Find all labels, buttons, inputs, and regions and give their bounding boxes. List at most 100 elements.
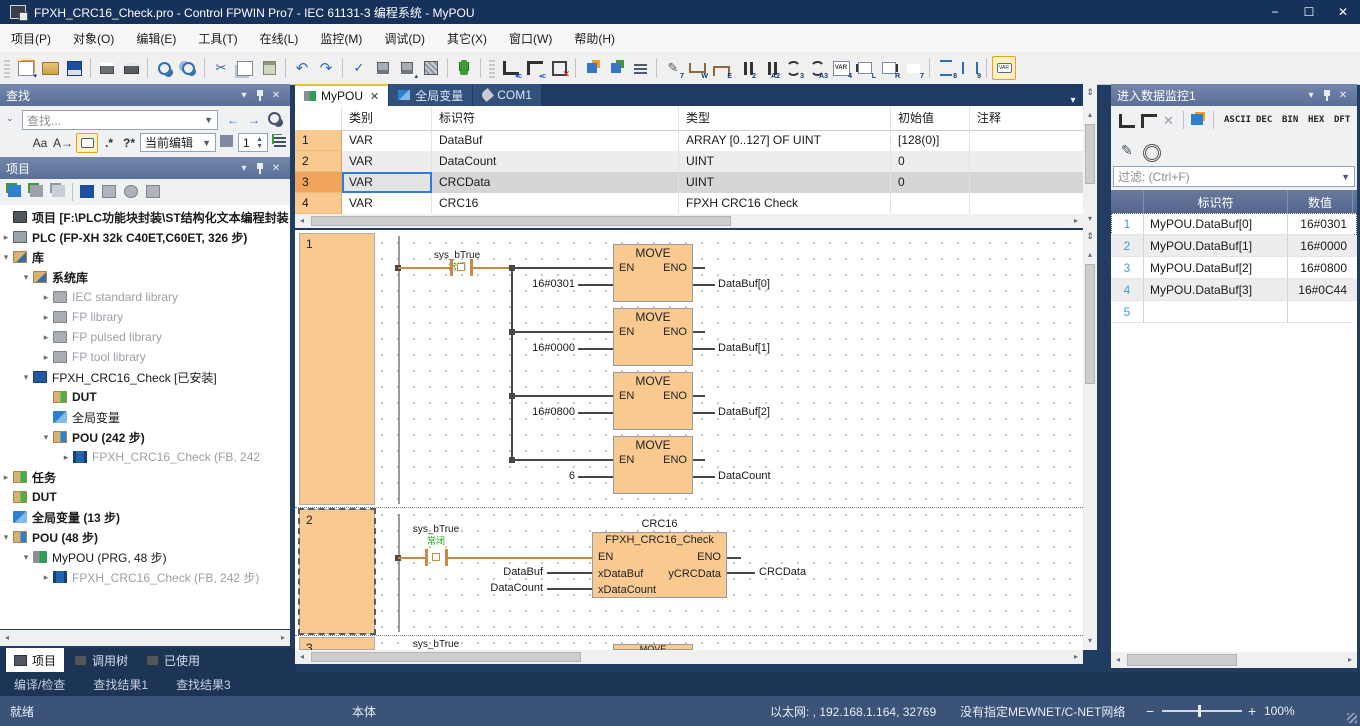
tree-item-library[interactable]: ▾库 bbox=[0, 247, 290, 267]
chevron-down-icon[interactable]: ▾ bbox=[20, 552, 32, 563]
wildcard-button[interactable]: ?* bbox=[120, 134, 138, 152]
format-dft-button[interactable]: DFT bbox=[1334, 115, 1350, 125]
tree-item-mypou-fb[interactable]: ▸FPXH_CRC16_Check (FB, 242 步) bbox=[0, 567, 290, 587]
chevron-right-icon[interactable]: ▸ bbox=[0, 232, 12, 243]
new-pou-icon[interactable] bbox=[80, 185, 94, 198]
insert-variable-before-icon[interactable]: ◂c bbox=[500, 57, 522, 79]
contact-variable-label[interactable]: sys_bTrue bbox=[390, 639, 482, 650]
monitor-col-identifier[interactable]: 标识符 bbox=[1144, 190, 1288, 213]
ladder-editor[interactable]: 1 sys_bTrue 常闭 MOVE EN ENO 16#0301 DataB… bbox=[295, 230, 1083, 650]
variable-row-4[interactable]: 4 VAR CRC16 FPXH CRC16 Check bbox=[295, 193, 1083, 214]
paste-icon[interactable] bbox=[258, 57, 280, 79]
col-header-identifier[interactable]: 标识符 bbox=[432, 106, 679, 130]
rename-icon[interactable] bbox=[102, 185, 116, 198]
print-icon[interactable] bbox=[120, 57, 142, 79]
monitor-row-1[interactable]: 1 MyPOU.DataBuf[0] 16#0301 bbox=[1111, 213, 1357, 235]
find-next-icon[interactable]: → bbox=[245, 110, 263, 130]
minimize-button[interactable]: − bbox=[1258, 0, 1292, 24]
block-output-variable[interactable]: DataBuf[0] bbox=[718, 278, 770, 290]
comment-7-icon[interactable]: 7 bbox=[902, 57, 924, 79]
table-vscrollbar[interactable]: ⇕ ▴ ▾ bbox=[1083, 84, 1097, 228]
maximize-button[interactable]: ☐ bbox=[1292, 0, 1326, 24]
search-dropdown-icon[interactable]: ▼ bbox=[204, 115, 213, 125]
menu-tools[interactable]: 工具(T) bbox=[187, 30, 248, 47]
tree-item-fp-pulsed-library[interactable]: ▸FP pulsed library bbox=[0, 327, 290, 347]
contact-a2-icon[interactable]: A2 bbox=[758, 57, 780, 79]
filter-dropdown-icon[interactable]: ▼ bbox=[1341, 172, 1350, 182]
insert-variable-after-icon[interactable]: ◂c bbox=[524, 57, 546, 79]
chevron-right-icon[interactable]: ▸ bbox=[40, 572, 52, 583]
monitor-pin-icon[interactable] bbox=[1323, 90, 1331, 101]
variable-row-1[interactable]: 1 VAR DataBuf ARRAY [0..127] OF UINT [12… bbox=[295, 130, 1083, 151]
menu-monitor[interactable]: 监控(M) bbox=[309, 30, 373, 47]
tab-used[interactable]: 已使用 bbox=[138, 648, 208, 672]
monitor-hscrollbar[interactable]: ◂ ▸ bbox=[1111, 652, 1357, 668]
zoom-slider-thumb[interactable] bbox=[1198, 705, 1201, 717]
redo-icon[interactable]: ↷ bbox=[315, 57, 337, 79]
chevron-down-icon[interactable]: ▾ bbox=[0, 532, 12, 543]
splitter-icon[interactable]: ⇕ bbox=[1084, 87, 1096, 101]
wire-e-icon[interactable]: E bbox=[710, 57, 732, 79]
cascade-icon[interactable] bbox=[1191, 114, 1203, 125]
add-fb-instance-icon[interactable] bbox=[8, 185, 21, 197]
search-input[interactable]: 查找... ▼ bbox=[22, 110, 218, 130]
monitor-row-5[interactable]: 5 bbox=[1111, 301, 1357, 323]
chevron-right-icon[interactable]: ▸ bbox=[60, 452, 72, 463]
wire-w-icon[interactable]: W bbox=[686, 57, 708, 79]
tree-item-tasks[interactable]: ▸任务 bbox=[0, 467, 290, 487]
coil-3-icon[interactable]: 3 bbox=[782, 57, 804, 79]
delete-watch-icon[interactable]: ✕ bbox=[1163, 113, 1174, 129]
chevron-right-icon[interactable]: ▸ bbox=[40, 332, 52, 343]
tree-item-iec-standard-library[interactable]: ▸IEC standard library bbox=[0, 287, 290, 307]
check-program-icon[interactable]: ✓ bbox=[348, 57, 370, 79]
find-in-files-icon[interactable] bbox=[177, 57, 199, 79]
monitor-col-value[interactable]: 数值 bbox=[1288, 190, 1353, 213]
move-block-3[interactable]: MOVE EN ENO bbox=[613, 372, 693, 430]
contact-icon[interactable] bbox=[425, 549, 428, 566]
gear-icon[interactable] bbox=[1143, 144, 1161, 162]
find-pin-icon[interactable] bbox=[256, 90, 264, 101]
split-h-8-icon[interactable]: 8 bbox=[935, 57, 957, 79]
col-header-comment[interactable]: 注释 bbox=[970, 106, 1083, 130]
search-scope-select[interactable]: 当前编辑 ▼ bbox=[140, 133, 216, 152]
online-mode-icon[interactable] bbox=[453, 57, 475, 79]
ladder-hscrollbar[interactable]: ◂ ▸ bbox=[295, 650, 1083, 664]
fb-output-variable[interactable]: CRCData bbox=[759, 566, 806, 578]
toolbar-grip[interactable] bbox=[4, 58, 10, 78]
tree-item-fp-library[interactable]: ▸FP library bbox=[0, 307, 290, 327]
project-menu-icon[interactable]: ▾ bbox=[236, 163, 252, 174]
compile-incremental-icon[interactable]: ▴ bbox=[396, 57, 418, 79]
menu-online[interactable]: 在线(L) bbox=[249, 30, 310, 47]
monitor-row-3[interactable]: 3 MyPOU.DataBuf[2] 16#0800 bbox=[1111, 257, 1357, 279]
close-tab-icon[interactable]: ✕ bbox=[370, 90, 379, 103]
monitor-row-4[interactable]: 4 MyPOU.DataBuf[3] 16#0C44 bbox=[1111, 279, 1357, 301]
search-icon[interactable] bbox=[268, 112, 281, 125]
tree-hscrollbar[interactable]: ◂▸ bbox=[0, 630, 290, 646]
contact-2-icon[interactable]: 2 bbox=[734, 57, 756, 79]
tree-item-lib-pou[interactable]: ▾POU (242 步) bbox=[0, 427, 290, 447]
tree-item-mypou[interactable]: ▾MyPOU (PRG, 48 步) bbox=[0, 547, 290, 567]
chevron-right-icon[interactable]: ▸ bbox=[40, 312, 52, 323]
network-3-margin[interactable]: 3 bbox=[299, 637, 375, 650]
crc16-function-block[interactable]: FPXH_CRC16_Check EN ENO xDataBuf yCRCDat… bbox=[592, 532, 727, 598]
variable-4-icon[interactable]: VAR4 bbox=[830, 57, 852, 79]
menu-others[interactable]: 其它(X) bbox=[436, 30, 498, 47]
tab-global-variables[interactable]: 全局变量 bbox=[389, 84, 472, 106]
split-v-9-icon[interactable]: 9 bbox=[959, 57, 981, 79]
focused-cell[interactable]: VAR bbox=[342, 172, 432, 193]
save-icon[interactable] bbox=[63, 57, 85, 79]
move-block-1[interactable]: MOVE EN ENO bbox=[613, 244, 693, 302]
stack-count-icon[interactable] bbox=[220, 135, 233, 147]
tree-item-fpxh-crc16-library[interactable]: ▾FPXH_CRC16_Check [已安装] bbox=[0, 367, 290, 387]
zoom-in-button[interactable]: + bbox=[1248, 703, 1256, 719]
format-hex-button[interactable]: HEX bbox=[1308, 115, 1324, 125]
insert-watch-after-icon[interactable] bbox=[1141, 114, 1157, 128]
tab-find-results-1[interactable]: 查找结果1 bbox=[79, 676, 162, 693]
find-expand-icon[interactable]: ⌄ bbox=[6, 113, 14, 124]
col-header-kind[interactable]: 类别 bbox=[342, 106, 432, 130]
block-output-variable[interactable]: DataCount bbox=[718, 470, 771, 482]
contact-icon[interactable] bbox=[450, 259, 453, 276]
delete-variable-icon[interactable]: ✕ bbox=[548, 57, 570, 79]
chevron-down-icon[interactable]: ▾ bbox=[0, 252, 12, 263]
table-hscrollbar[interactable]: ◂▸ bbox=[295, 214, 1083, 228]
